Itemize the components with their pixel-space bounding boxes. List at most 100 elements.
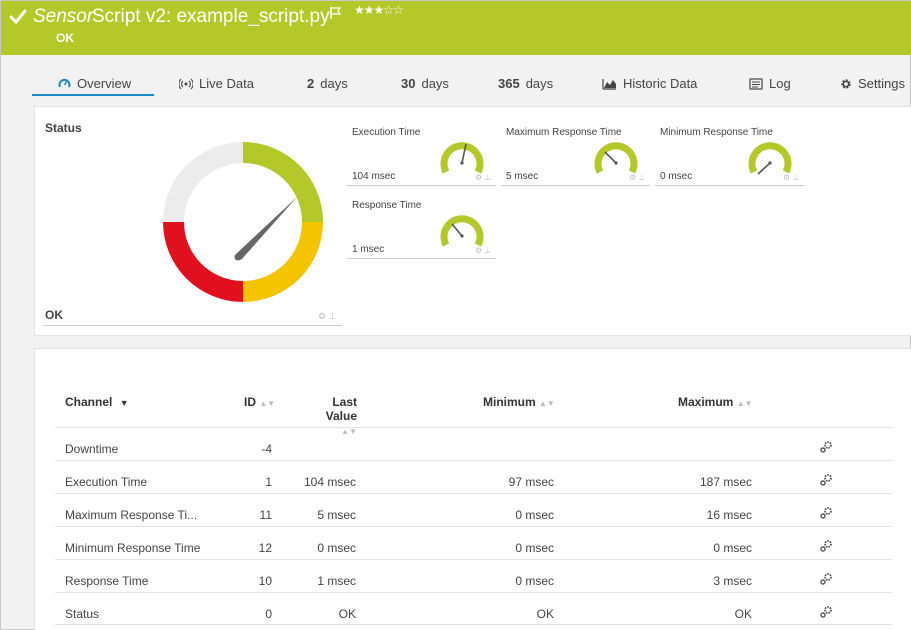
table-row[interactable]: Downtime -4 [55, 427, 892, 460]
gauge-tools-icon[interactable]: ⚙ ⊥ [318, 311, 336, 322]
channel-id: 0 [265, 607, 272, 621]
channel-name[interactable]: Response Time [65, 574, 148, 588]
channels-table: Channel ▼ ID ▲▼ Last Value ▲▼ Minimum ▲▼… [34, 348, 911, 630]
gauge-response-time[interactable]: Response Time 1 msec ⚙ ⊥ [347, 186, 496, 259]
check-icon [9, 9, 27, 25]
chart-icon [602, 78, 616, 90]
channel-id: 1 [265, 475, 272, 489]
minimum-value: 0 msec [515, 574, 554, 588]
tab-label: Settings [858, 76, 905, 91]
table-row[interactable]: Response Time 10 1 msec 0 msec 3 msec [55, 559, 892, 592]
channel-settings-icon[interactable] [819, 539, 833, 556]
status-gauge-value: OK [45, 308, 63, 322]
mini-gauge-dial [594, 142, 638, 174]
maximum-value: 0 msec [713, 541, 752, 555]
table-row[interactable]: Maximum Response Ti... 11 5 msec 0 msec … [55, 493, 892, 526]
sensor-status-text: OK [56, 31, 74, 45]
gauge-value: 0 msec [660, 171, 693, 182]
gauge-label: Response Time [352, 200, 422, 211]
gauge-value: 1 msec [352, 244, 385, 255]
minimum-value: 97 msec [508, 475, 554, 489]
gauge-value: 104 msec [352, 171, 396, 182]
gauge-execution-time[interactable]: Execution Time 104 msec ⚙ ⊥ [347, 113, 496, 186]
tab-365-days[interactable]: 365 days [498, 76, 553, 91]
tab-label: days [320, 76, 348, 91]
gauge-maximum-response-time[interactable]: Maximum Response Time 5 msec ⚙ ⊥ [501, 113, 650, 186]
sensor-title: Script v2: example_script.py [92, 6, 330, 27]
table-row[interactable]: Status 0 OK OK OK [55, 592, 892, 625]
tab-30-days[interactable]: 30 days [401, 76, 449, 91]
minimum-value: 0 msec [515, 508, 554, 522]
channel-settings-icon[interactable] [819, 572, 833, 589]
channel-settings-icon[interactable] [819, 440, 833, 457]
channel-settings-icon[interactable] [819, 473, 833, 490]
channel-name[interactable]: Execution Time [65, 475, 147, 489]
tab-historic-data[interactable]: Historic Data [602, 76, 697, 91]
sensor-header: Sensor Script v2: example_script.py ★★★☆… [1, 1, 911, 55]
channel-name[interactable]: Downtime [65, 442, 118, 456]
gauge-tools-icon[interactable]: ⚙ ⊥ [629, 173, 645, 182]
tab-label: days [525, 76, 554, 91]
last-value: 0 msec [317, 541, 356, 555]
tab-overview[interactable]: Overview [58, 76, 131, 91]
channel-settings-icon[interactable] [819, 605, 833, 622]
tab-2-days[interactable]: 2 days [307, 76, 348, 91]
column-header-maximum[interactable]: Maximum ▲▼ [678, 395, 753, 409]
last-value: 5 msec [317, 508, 356, 522]
divider [43, 325, 342, 326]
last-value: OK [338, 607, 356, 621]
priority-stars[interactable]: ★★★☆☆ [354, 3, 404, 17]
mini-gauge-dial [748, 142, 792, 175]
gauge-value: 5 msec [506, 171, 539, 182]
column-header-minimum[interactable]: Minimum ▲▼ [483, 395, 555, 409]
tab-number: 30 [401, 76, 416, 91]
maximum-value: OK [734, 607, 752, 621]
column-header-id[interactable]: ID ▲▼ [244, 395, 275, 409]
table-row[interactable]: Minimum Response Time 12 0 msec 0 msec 0… [55, 526, 892, 559]
tab-log[interactable]: Log [749, 76, 791, 91]
tab-live-data[interactable]: Live Data [179, 76, 254, 91]
sensor-type-label: Sensor [33, 6, 94, 27]
status-gauge-title: Status [45, 121, 82, 135]
gauge-tools-icon[interactable]: ⚙ ⊥ [475, 246, 491, 255]
minimum-value: OK [536, 607, 554, 621]
column-header-channel[interactable]: Channel ▼ [65, 395, 129, 409]
channel-settings-icon[interactable] [819, 506, 833, 523]
overview-icon [58, 78, 71, 88]
status-gauge-unused-segment [163, 142, 243, 222]
live-data-icon [179, 78, 193, 89]
channel-name[interactable]: Minimum Response Time [65, 541, 200, 555]
tab-label: Live Data [199, 76, 254, 91]
mini-gauge-dial [440, 215, 484, 247]
table-row[interactable]: Execution Time 1 104 msec 97 msec 187 ms… [55, 460, 892, 493]
status-gauge-ok-segment [243, 142, 323, 222]
gauge-tools-icon[interactable]: ⚙ ⊥ [783, 173, 799, 182]
tab-bar: Overview Live Data 2 days 30 days 365 da… [1, 73, 911, 97]
channel-id: 10 [258, 574, 272, 588]
gauges-panel: Status OK ⚙ ⊥ Execution Time 104 msec ⚙ … [34, 106, 911, 336]
log-icon [749, 77, 763, 90]
tab-number: 365 [498, 76, 520, 91]
channel-id: 12 [258, 541, 272, 555]
sort-icon: ▲▼ [259, 399, 276, 408]
tab-label: Historic Data [623, 76, 698, 91]
tab-label: days [421, 76, 449, 91]
channel-id: -4 [261, 442, 272, 456]
channel-name[interactable]: Status [65, 607, 99, 621]
channel-id: 11 [259, 508, 272, 522]
tab-label: Log [769, 76, 791, 91]
maximum-value: 187 msec [699, 475, 752, 489]
tab-label: Overview [77, 76, 132, 91]
minimum-value: 0 msec [515, 541, 554, 555]
gauge-minimum-response-time[interactable]: Minimum Response Time 0 msec ⚙ ⊥ [655, 113, 804, 186]
channel-name[interactable]: Maximum Response Ti... [65, 508, 197, 522]
tab-settings[interactable]: Settings [840, 76, 905, 91]
flag-icon[interactable] [329, 6, 343, 20]
status-gauge-error-segment [163, 222, 243, 302]
mini-gauge-dial [440, 142, 484, 174]
sort-icon: ▲▼ [539, 399, 555, 408]
gauge-tools-icon[interactable]: ⚙ ⊥ [475, 173, 491, 182]
gauge-needle [236, 197, 297, 260]
status-gauge [163, 142, 323, 302]
sort-desc-icon: ▼ [119, 398, 129, 408]
